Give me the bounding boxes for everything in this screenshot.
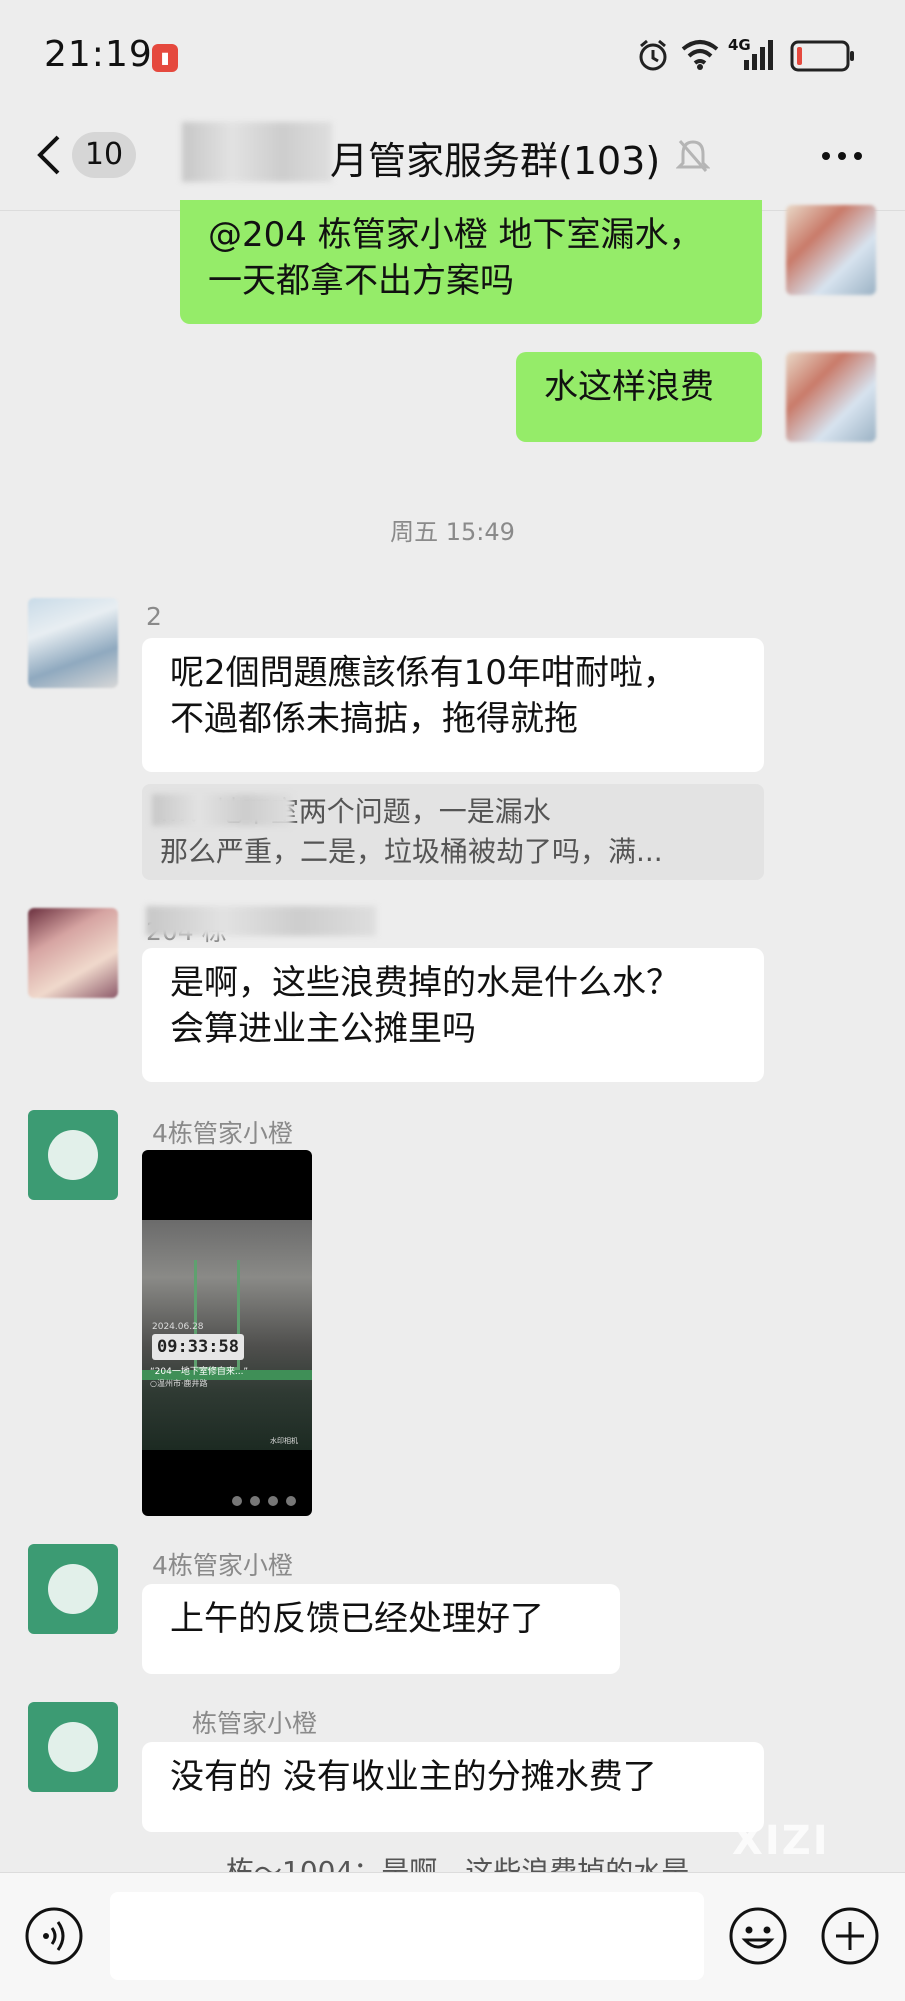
watermark: XIZI	[732, 1818, 830, 1864]
video-message[interactable]: 2024.06.28 09:33:58 “204一地下室修自来...” ○温州市…	[142, 1150, 312, 1516]
timestamp-divider: 周五 15:49	[390, 518, 515, 546]
sender-name: 2	[146, 602, 162, 631]
muted-bell-icon	[676, 140, 710, 172]
battery-low-icon	[790, 40, 854, 72]
sender-name: 4栋管家小橙	[152, 1119, 293, 1148]
status-bar: 21:19 ▮ 4G	[0, 0, 905, 110]
back-arrow-icon[interactable]	[34, 133, 64, 177]
message-bubble-self[interactable]: @204 栋管家小橙 地下室漏水， 一天都拿不出方案吗	[180, 200, 762, 324]
video-location: ○温州市·鹿井路	[150, 1379, 208, 1388]
sender-avatar[interactable]	[28, 598, 118, 688]
sender-name: 4栋管家小橙	[152, 1551, 293, 1580]
unread-count-badge[interactable]: 10	[72, 132, 136, 178]
message-bubble[interactable]: 呢2個問題應該係有10年咁耐啦， 不過都係未搞掂，拖得就拖	[142, 638, 764, 772]
video-control-dot	[268, 1496, 278, 1506]
voice-input-icon[interactable]	[24, 1906, 84, 1966]
blurred-sender-name	[146, 906, 376, 936]
video-caption: “204一地下室修自来...”	[150, 1367, 249, 1377]
self-avatar[interactable]	[786, 205, 876, 295]
video-watermark-brand: 水印相机	[270, 1437, 298, 1445]
chat-title[interactable]: 月管家服务群(103)	[330, 130, 660, 185]
video-control-dot	[250, 1496, 260, 1506]
sender-avatar[interactable]	[28, 1544, 118, 1634]
video-date: 2024.06.28	[152, 1322, 204, 1332]
message-bubble[interactable]: 没有的 没有收业主的分摊水费了	[142, 1742, 764, 1832]
video-timestamp: 09:33:58	[152, 1334, 244, 1360]
message-bubble-self[interactable]: 水这样浪费	[516, 352, 762, 442]
emoji-icon[interactable]	[728, 1906, 788, 1966]
video-control-dot	[286, 1496, 296, 1506]
add-more-icon[interactable]	[820, 1906, 880, 1966]
sender-avatar[interactable]	[28, 908, 118, 998]
sender-avatar[interactable]	[28, 1702, 118, 1792]
video-control-dot	[232, 1496, 242, 1506]
blurred-quote-name	[152, 794, 292, 826]
wifi-icon	[681, 40, 719, 70]
sender-name: 栋管家小橙	[192, 1709, 318, 1738]
sender-avatar[interactable]	[28, 1110, 118, 1200]
recording-icon: ▮	[152, 44, 178, 72]
blurred-group-name	[182, 122, 332, 182]
message-input[interactable]	[110, 1892, 704, 1980]
signal-icon	[744, 40, 773, 70]
message-bubble[interactable]: 是啊，这些浪费掉的水是什么水？ 会算进业主公摊里吗	[142, 948, 764, 1082]
alarm-icon	[639, 39, 667, 71]
more-icon[interactable]	[820, 150, 864, 162]
video-controls	[232, 1496, 296, 1506]
status-time: 21:19	[44, 34, 153, 75]
self-avatar[interactable]	[786, 352, 876, 442]
message-bubble[interactable]: 上午的反馈已经处理好了	[142, 1584, 620, 1674]
